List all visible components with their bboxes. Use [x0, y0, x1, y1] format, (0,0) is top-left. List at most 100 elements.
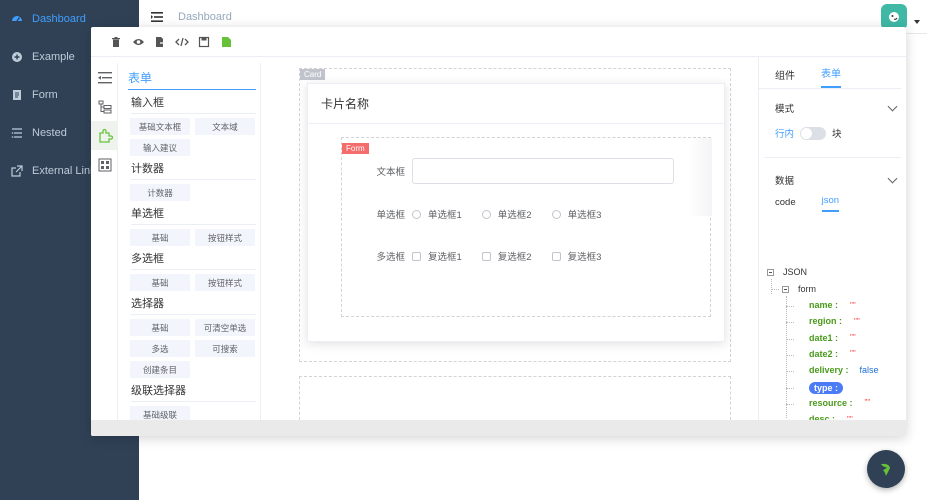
component-chip[interactable]: 输入建议 — [130, 139, 190, 156]
rail-component-icon[interactable] — [91, 121, 118, 150]
mode-block-label: 块 — [832, 129, 842, 140]
checkbox-checkbox[interactable] — [551, 251, 561, 261]
preview-icon[interactable] — [131, 35, 145, 49]
code-icon[interactable] — [175, 35, 189, 49]
nav-item-label: Dashboard — [32, 13, 86, 25]
tree-connector — [786, 371, 794, 373]
floating-action-button[interactable] — [867, 450, 905, 488]
checkbox-option[interactable]: 复选框2 — [481, 249, 532, 263]
rail-layout-icon[interactable] — [91, 150, 118, 179]
text-input-row[interactable]: 文本框 — [342, 157, 702, 185]
radio-radio[interactable] — [551, 209, 561, 219]
collapse-toggle-icon[interactable] — [767, 268, 774, 276]
checkbox-option-label: 复选框1 — [428, 252, 462, 263]
checkbox-checkbox[interactable] — [412, 251, 421, 261]
checkbox-option[interactable]: 复选框1 — [412, 249, 462, 263]
form-component[interactable]: Form 文本框 单选框 单选框1 单选框2 单选框3 多选框 复选框1 复选框2 复选… — [341, 137, 712, 317]
mode-switch[interactable] — [800, 126, 827, 140]
tab-json[interactable]: json — [821, 195, 840, 212]
tree-field[interactable]: delivery : false — [809, 365, 879, 375]
rail-outline-icon[interactable] — [91, 63, 118, 92]
radio-option[interactable]: 单选框1 — [412, 207, 462, 221]
rail-tree-icon[interactable] — [91, 92, 118, 121]
component-chip[interactable]: 可清空单选 — [195, 319, 255, 336]
mode-row: 行内 块 — [759, 126, 906, 140]
component-chip[interactable]: 基础级联 — [130, 406, 190, 420]
card-component[interactable]: 卡片名称 Form 文本框 单选框 单选框1 单选框2 单选框3 多选框 复选框1 复… — [307, 83, 725, 342]
caret-down-icon[interactable] — [914, 20, 920, 24]
component-chip[interactable]: 可搜索 — [195, 340, 255, 357]
file-icon[interactable] — [219, 35, 233, 49]
card-title: 卡片名称 — [308, 84, 724, 124]
export-icon[interactable] — [153, 35, 167, 49]
data-section-header[interactable]: 数据 — [759, 173, 906, 187]
tree-connector — [786, 338, 794, 340]
chevron-down-icon[interactable] — [887, 101, 898, 111]
tab-form[interactable]: 表单 — [821, 65, 841, 88]
tree-field-key: resource : — [809, 397, 853, 408]
radio-option-label: 单选框2 — [497, 210, 532, 221]
tree-form[interactable]: form — [782, 284, 816, 294]
chevron-down-icon[interactable] — [887, 173, 898, 183]
component-group-title: 输入框 — [131, 94, 256, 114]
component-chip[interactable]: 创建条目 — [130, 361, 190, 378]
tab-component[interactable]: 组件 — [775, 67, 795, 88]
component-chip[interactable]: 基础 — [130, 274, 190, 291]
checkbox-option[interactable]: 复选框3 — [551, 249, 602, 263]
tree-field-key: delivery : — [809, 365, 849, 376]
mode-inline-label: 行内 — [775, 129, 795, 140]
hamburger-icon[interactable] — [150, 10, 164, 24]
tree-field[interactable]: date2 : "" — [809, 349, 856, 359]
checkbox-option-label: 复选框3 — [567, 252, 602, 263]
empty-drop-zone[interactable] — [299, 376, 731, 420]
dashboard-icon — [10, 12, 24, 26]
component-chip[interactable]: 基础 — [130, 319, 190, 336]
radio-row[interactable]: 单选框 单选框1 单选框2 单选框3 — [342, 200, 702, 228]
component-panel-title[interactable]: 表单 — [128, 69, 256, 90]
breadcrumb[interactable]: Dashboard — [178, 11, 232, 23]
component-chip[interactable]: 基础 — [130, 229, 190, 246]
component-chip[interactable]: 文本域 — [195, 118, 255, 135]
mode-section-header[interactable]: 模式 — [759, 101, 906, 115]
text-input[interactable] — [412, 158, 674, 184]
collapse-toggle-icon[interactable] — [782, 285, 789, 293]
tree-field-value: "" — [850, 300, 856, 310]
radio-option[interactable]: 单选框3 — [551, 207, 601, 221]
tree-connector — [786, 403, 794, 405]
tree-field[interactable]: type : — [809, 381, 844, 394]
component-group-title: 计数器 — [131, 160, 256, 180]
delete-icon[interactable] — [109, 35, 123, 49]
design-canvas[interactable]: Card 卡片名称 Form 文本框 单选框 单选框1 单选框2 单选框3 多选框 … — [261, 57, 758, 420]
save-icon[interactable] — [197, 35, 211, 49]
icon-rail — [91, 63, 118, 420]
component-chip[interactable]: 多选 — [130, 340, 190, 357]
tree-connector — [786, 306, 794, 307]
component-row: 多选 可搜索 — [118, 336, 260, 357]
checkbox-checkbox[interactable] — [481, 251, 491, 261]
component-chip[interactable]: 按钮样式 — [195, 229, 255, 246]
radio-radio[interactable] — [412, 209, 421, 219]
horizontal-scrollbar[interactable] — [91, 420, 906, 436]
form-tag: Form — [342, 143, 369, 154]
tab-code[interactable]: code — [775, 197, 796, 212]
radio-radio[interactable] — [481, 209, 491, 219]
tree-root[interactable]: JSON — [767, 267, 807, 277]
component-row: 输入建议 — [118, 135, 260, 156]
component-groups: 输入框 基础文本框 文本域 输入建议 计数器 计数器 单选框 基础 按钮样式 多选框 基础 按钮样式选… — [118, 94, 260, 420]
component-chip[interactable]: 基础文本框 — [130, 118, 190, 135]
tree-field[interactable]: name : "" — [809, 300, 856, 310]
form-icon — [10, 88, 24, 102]
tree-field[interactable]: date1 : "" — [809, 333, 856, 343]
nav-item-label: External Link — [32, 165, 96, 177]
tree-field-key: region : — [809, 316, 842, 327]
tree-field[interactable]: region : "" — [809, 316, 860, 326]
component-chip[interactable]: 按钮样式 — [195, 274, 255, 291]
tree-connector — [771, 279, 772, 294]
radio-option[interactable]: 单选框2 — [481, 207, 532, 221]
nav-item-label: Nested — [32, 127, 67, 139]
checkbox-row[interactable]: 多选框 复选框1 复选框2 复选框3 — [342, 242, 702, 270]
component-chip[interactable]: 计数器 — [130, 184, 190, 201]
tree-connector — [786, 322, 794, 324]
tree-field[interactable]: resource : "" — [809, 398, 870, 408]
component-row: 基础 按钮样式 — [118, 270, 260, 291]
